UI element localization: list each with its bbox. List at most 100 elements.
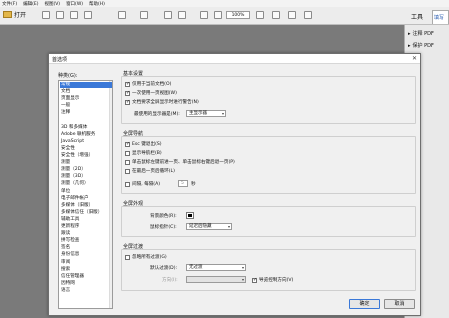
category-item[interactable]: 文档 [60, 89, 112, 95]
fit-page-icon[interactable] [256, 11, 264, 19]
menu-file[interactable]: 文件(F) [2, 1, 17, 7]
default-transition-label: 默认过渡(D): [150, 266, 178, 271]
check-ignore-transitions[interactable]: 忽略所有过渡(G) [125, 254, 167, 260]
categories-list[interactable]: 常规 文档 页面显示 一般 注释 3D 和多媒体 Adobe 联机服务 JavaScript 安… [58, 80, 113, 309]
category-item[interactable]: 页面显示 [60, 96, 112, 102]
menu-edit[interactable]: 编辑(E) [23, 1, 38, 7]
select-tool-icon[interactable] [214, 11, 222, 19]
category-item[interactable]: 拼写检查 [60, 238, 112, 244]
checkbox[interactable] [125, 168, 130, 174]
check-show-navbar[interactable]: 显示导航栏(B) [125, 150, 162, 156]
cancel-button[interactable]: 取消 [384, 299, 415, 309]
check-single-page[interactable]: 一次使用一页视图(W) [125, 90, 177, 96]
direction-select[interactable]: ▾ [186, 276, 246, 283]
category-item[interactable]: 辅助工具 [60, 217, 112, 223]
dialog-titlebar: 首选项 ✕ [49, 54, 420, 64]
zoom-in-icon[interactable] [140, 11, 148, 19]
chevron-down-icon: ▾ [241, 265, 244, 270]
checkbox[interactable] [125, 99, 130, 105]
side-item-comment-pdf[interactable]: ▸ 注释 PDF [408, 30, 434, 38]
zoom-field[interactable]: 100% [226, 11, 250, 19]
category-item[interactable]: 3D 和多媒体 [60, 125, 112, 131]
main-toolbar: 打开 100% 工具 填写 [0, 7, 449, 25]
category-item[interactable]: JavaScript [60, 139, 112, 145]
category-item[interactable]: 单位 [60, 189, 112, 195]
category-item[interactable]: 签名 [60, 245, 112, 251]
save-icon[interactable] [56, 11, 64, 19]
check-navigation-direction[interactable]: 导览控制方向(V) [252, 277, 293, 283]
category-item[interactable]: 注释 [60, 110, 112, 116]
default-transition-select[interactable]: 无过渡 ▾ [186, 264, 246, 271]
category-item[interactable]: 一般 [60, 103, 112, 109]
page-up-icon[interactable] [164, 11, 172, 19]
category-item[interactable]: 安全性 [60, 146, 112, 152]
category-item[interactable]: 信任管理器 [60, 274, 112, 280]
display-select[interactable]: 主显示器 ▾ [186, 110, 226, 117]
check-loop[interactable]: 在最后一页后循环(L) [125, 168, 175, 174]
hand-tool-icon[interactable] [200, 11, 208, 19]
checkbox[interactable] [125, 254, 130, 260]
highlight-icon[interactable] [304, 11, 312, 19]
check-advance-interval[interactable]: 间隔, 每隔(A) [125, 181, 160, 187]
zoom-out-icon[interactable] [118, 11, 126, 19]
open-button[interactable]: 打开 [3, 10, 26, 19]
comment-icon[interactable] [288, 11, 296, 19]
checkbox[interactable] [125, 81, 130, 87]
checkbox[interactable] [125, 90, 130, 96]
check-esc-exit[interactable]: Esc 键退出(S) [125, 141, 162, 147]
category-item[interactable]: 因特网 [60, 281, 112, 287]
display-label: 最使用的显示器是(M): [134, 112, 180, 117]
check-fullscreen-warning[interactable]: 文档要求全屏显示时进行警告(N) [125, 99, 199, 105]
category-item[interactable]: 安全性（增强） [60, 153, 112, 159]
category-item[interactable]: 跟读 [60, 231, 112, 237]
category-item[interactable]: 测量（3D） [60, 174, 112, 180]
category-item[interactable]: 审阅 [60, 260, 112, 266]
category-item[interactable]: 电子邮件帐户 [60, 196, 112, 202]
dialog-title: 首选项 [52, 57, 68, 63]
category-item[interactable]: 搜索 [60, 267, 112, 273]
interval-seconds-field[interactable]: 5 [178, 180, 188, 187]
cursor-select[interactable]: 延迟后隐藏 ▾ [186, 223, 232, 230]
checkbox[interactable] [125, 181, 130, 187]
category-item[interactable]: 更新程序 [60, 224, 112, 230]
checkbox[interactable] [125, 159, 130, 165]
category-item[interactable]: 测量（2D） [60, 167, 112, 173]
tools-tab[interactable]: 工具 [411, 12, 423, 21]
bg-color-swatch[interactable] [186, 212, 194, 219]
category-item[interactable]: 测量 [60, 160, 112, 166]
chevron-right-icon: ▸ [408, 30, 411, 37]
close-icon[interactable]: ✕ [412, 55, 417, 62]
create-icon[interactable] [42, 11, 50, 19]
menu-help[interactable]: 帮助(H) [89, 1, 105, 7]
side-item-protect-pdf[interactable]: ▸ 保护 PDF [408, 42, 434, 50]
chevron-down-icon: ▾ [227, 224, 230, 229]
bg-color-label: 背景颜色(R): [150, 214, 177, 219]
fill-sign-tab[interactable]: 填写 [432, 10, 449, 24]
checkbox[interactable] [125, 141, 130, 147]
check-mouse-navigation[interactable]: 单击鼠标左键前进一页、单击鼠标右键后退一页(P) [125, 159, 235, 165]
category-item[interactable]: 多媒体信任（旧版） [60, 210, 112, 216]
category-item[interactable] [60, 118, 112, 124]
category-item[interactable]: 多媒体（旧版） [60, 203, 112, 209]
category-item[interactable]: Adobe 联机服务 [60, 132, 112, 138]
menu-view[interactable]: 视图(V) [44, 1, 60, 7]
ok-button[interactable]: 确定 [349, 299, 380, 309]
category-item[interactable]: 常规 [60, 82, 112, 88]
menu-window[interactable]: 窗口(W) [66, 1, 83, 7]
categories-label: 种类(G): [58, 73, 78, 79]
chevron-down-icon: ▾ [241, 277, 244, 282]
direction-label: 方向(I): [162, 278, 178, 283]
fit-width-icon[interactable] [272, 11, 280, 19]
email-icon[interactable] [84, 11, 92, 19]
print-icon[interactable] [70, 11, 78, 19]
checkbox[interactable] [125, 150, 130, 156]
page-down-icon[interactable] [178, 11, 186, 19]
checkbox[interactable] [252, 277, 257, 283]
navigation-group [121, 136, 416, 194]
category-item[interactable]: 测量（几何） [60, 181, 112, 187]
check-current-document[interactable]: 仅用于当前文档(O) [125, 81, 171, 87]
category-item[interactable]: 语言 [60, 288, 112, 294]
category-item[interactable]: 身份信息 [60, 252, 112, 258]
preferences-dialog: 首选项 ✕ 种类(G): 常规 文档 页面显示 一般 注释 3D 和多媒体 Adobe 联机… [48, 53, 421, 316]
chevron-down-icon: ▾ [221, 111, 224, 116]
